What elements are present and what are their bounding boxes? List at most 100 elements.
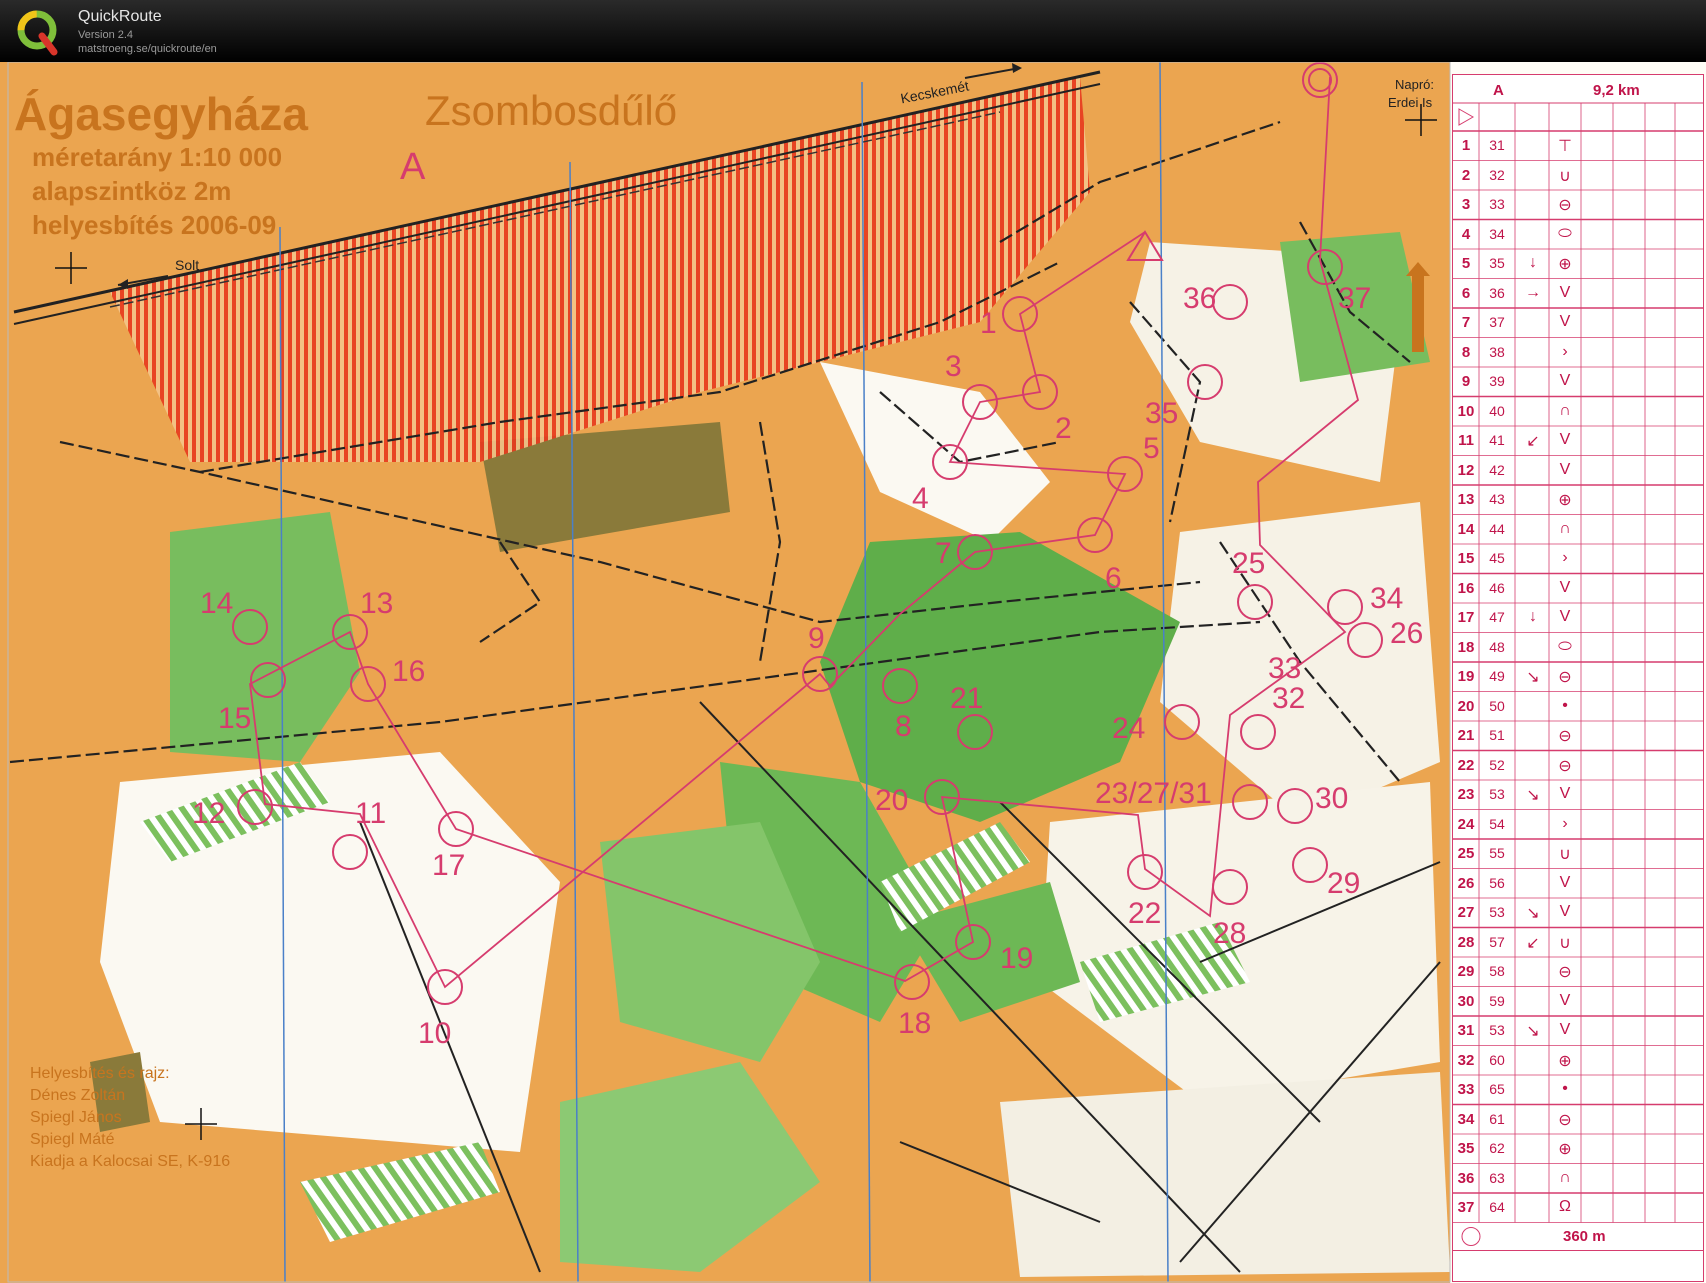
control-number: 1	[980, 307, 997, 340]
desc-direction: ↙	[1526, 433, 1540, 450]
desc-control-code: 59	[1489, 992, 1505, 1009]
desc-feature-symbol: ∩	[1559, 1168, 1571, 1186]
control-number: 19	[1000, 942, 1034, 975]
desc-control-number: 2	[1461, 166, 1471, 184]
control-number: 17	[432, 849, 466, 882]
desc-feature-symbol: V	[1559, 283, 1571, 301]
desc-feature-symbol: ⬭	[1558, 637, 1572, 655]
desc-control-number: 25	[1457, 845, 1475, 862]
desc-control-code: 53	[1489, 904, 1505, 920]
desc-control-code: 33	[1489, 196, 1505, 212]
app-header: QuickRoute Version 2.4 matstroeng.se/qui…	[0, 0, 1706, 62]
desc-control-code: 45	[1489, 550, 1505, 566]
control-number: 3	[945, 350, 962, 383]
desc-control-number: 28	[1457, 933, 1475, 951]
desc-feature-symbol: ⊕	[1558, 1141, 1572, 1158]
desc-control-number: 27	[1457, 904, 1475, 921]
control-number: 37	[1338, 282, 1372, 315]
control-number: 7	[935, 537, 952, 570]
control-number: 8	[895, 710, 912, 743]
desc-control-number: 4	[1461, 225, 1471, 243]
desc-control-code: 42	[1489, 461, 1505, 478]
control-number: 36	[1183, 282, 1217, 315]
map-title: Ágasegyháza	[14, 88, 309, 140]
desc-control-number: 10	[1457, 402, 1475, 420]
desc-feature-symbol: •	[1562, 696, 1568, 714]
desc-feature-symbol: ⊖	[1558, 1111, 1572, 1129]
desc-control-number: 19	[1457, 668, 1475, 685]
desc-control-number: 33	[1457, 1081, 1475, 1098]
desc-control-number: 13	[1457, 491, 1475, 508]
revision-text: helyesbítés 2006-09	[32, 210, 277, 240]
desc-feature-symbol: ⊖	[1558, 669, 1572, 686]
control-number: 15	[218, 702, 252, 735]
desc-control-code: 41	[1489, 432, 1505, 448]
desc-control-number: 3	[1461, 196, 1471, 213]
desc-direction: ↘	[1526, 1023, 1540, 1040]
desc-control-code: 52	[1489, 756, 1505, 773]
credit-line: Dénes Zoltán	[30, 1087, 126, 1104]
desc-feature-symbol: ›	[1562, 814, 1568, 832]
desc-control-code: 51	[1489, 727, 1505, 743]
desc-direction: →	[1525, 283, 1541, 301]
desc-feature-symbol: V	[1559, 578, 1571, 596]
desc-direction: ↘	[1526, 905, 1540, 922]
desc-control-code: 55	[1489, 845, 1505, 861]
orienteering-map[interactable]: Ágasegyháza Zsombosdűlő A méretarány 1:1…	[0, 62, 1706, 1283]
credit-line: Spiegl János	[30, 1109, 122, 1126]
desc-control-code: 44	[1489, 520, 1505, 537]
desc-course: A	[1493, 82, 1504, 99]
desc-control-code: 64	[1489, 1199, 1505, 1215]
desc-control-code: 54	[1489, 815, 1505, 832]
control-number: 35	[1145, 397, 1179, 430]
napro-label: Napró:	[1395, 77, 1435, 92]
control-number: 13	[360, 587, 394, 620]
desc-control-number: 37	[1457, 1199, 1475, 1216]
app-version: Version 2.4	[78, 29, 134, 41]
control-number: 6	[1105, 562, 1122, 595]
desc-control-number: 1	[1461, 137, 1471, 154]
desc-control-code: 57	[1489, 933, 1505, 950]
scale-text: méretarány 1:10 000	[32, 142, 283, 172]
desc-feature-symbol: ⊖	[1558, 728, 1572, 745]
desc-feature-symbol: V	[1559, 372, 1571, 389]
desc-direction: ↘	[1526, 669, 1540, 686]
desc-control-number: 8	[1461, 343, 1471, 361]
control-number: 2	[1055, 412, 1072, 445]
control-number: 11	[355, 797, 387, 830]
credit-line: Helyesbítés és rajz:	[30, 1065, 170, 1082]
desc-control-code: 48	[1489, 638, 1505, 655]
map-subtitle: Zsombosdűlő	[425, 87, 678, 134]
desc-control-code: 47	[1489, 609, 1505, 625]
desc-direction: ↓	[1529, 254, 1537, 271]
desc-control-number: 26	[1457, 874, 1475, 892]
control-number: 30	[1315, 782, 1349, 815]
desc-feature-symbol: ⊖	[1558, 757, 1572, 775]
desc-control-number: 30	[1457, 992, 1475, 1010]
desc-feature-symbol: ⊖	[1558, 964, 1572, 981]
credit-line: Kiadja a Kalocsai SE, K-916	[30, 1153, 231, 1170]
desc-control-number: 24	[1457, 815, 1475, 833]
desc-feature-symbol: V	[1559, 608, 1571, 625]
control-number: 32	[1272, 682, 1306, 715]
control-number: 25	[1232, 547, 1266, 580]
desc-control-code: 34	[1489, 225, 1505, 242]
desc-feature-symbol: ⊕	[1558, 1052, 1572, 1070]
control-number: 33	[1268, 652, 1302, 685]
desc-control-number: 23	[1457, 786, 1475, 803]
control-number: 4	[912, 482, 929, 515]
desc-feature-symbol: ⬭	[1558, 224, 1572, 242]
desc-control-number: 20	[1457, 697, 1475, 715]
desc-feature-symbol: ›	[1562, 549, 1568, 566]
desc-control-code: 60	[1489, 1051, 1505, 1068]
quickroute-logo-icon	[17, 10, 58, 56]
desc-feature-symbol: V	[1559, 313, 1571, 330]
desc-control-number: 5	[1461, 255, 1471, 272]
desc-finish: 360 m	[1563, 1227, 1606, 1245]
desc-feature-symbol: Ω	[1559, 1198, 1571, 1215]
desc-control-number: 12	[1457, 461, 1475, 479]
desc-control-number: 18	[1457, 638, 1475, 656]
desc-control-number: 6	[1461, 284, 1471, 302]
desc-control-code: 36	[1489, 284, 1505, 301]
desc-control-number: 34	[1457, 1110, 1475, 1128]
